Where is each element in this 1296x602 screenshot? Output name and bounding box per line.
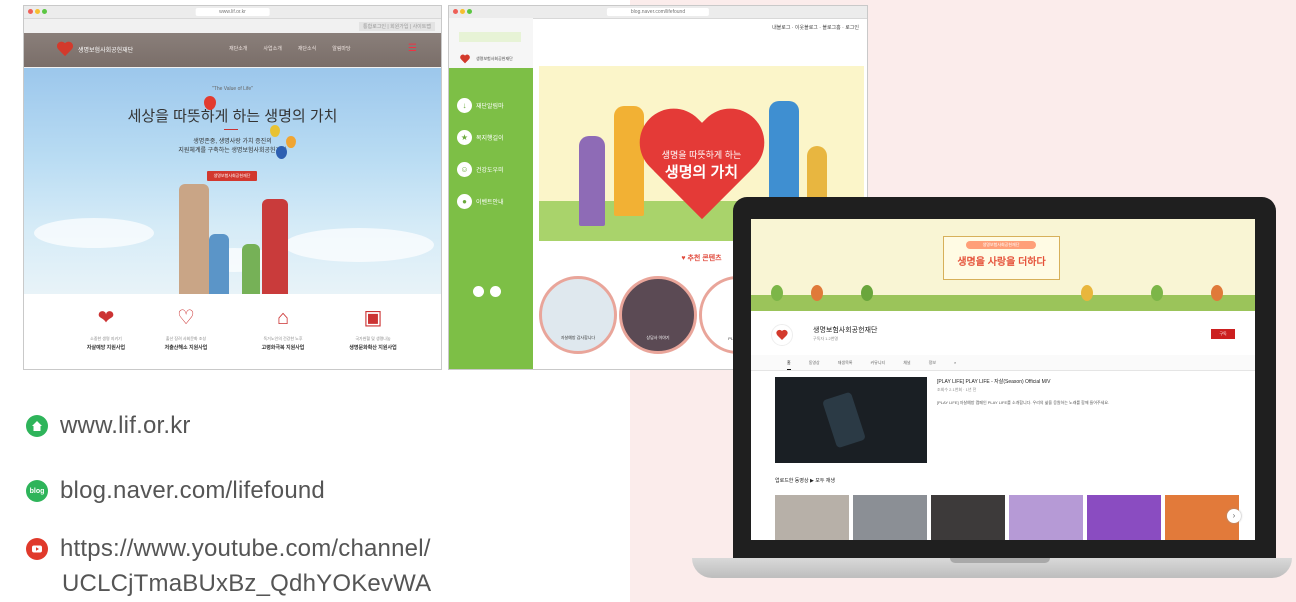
tree-icon: [1151, 285, 1163, 301]
menu-item[interactable]: 재단소식: [298, 45, 316, 52]
video-thumbnail[interactable]: [1087, 495, 1161, 540]
blog-menu-item[interactable]: ★ 복지행길이: [457, 130, 504, 145]
blog-menu-item[interactable]: ↓ 재단알림마: [457, 98, 504, 113]
heart-logo-icon: [460, 55, 470, 63]
featured-video[interactable]: [775, 377, 927, 463]
site-header: 통합로그인 | 회원가입 | 사이트맵 생명보험사회공헌재단 재단소개 사업소개…: [24, 19, 441, 69]
subscriber-count: 구독자 1.2천명: [813, 336, 839, 341]
video-thumbnail[interactable]: [1009, 495, 1083, 540]
share-icon[interactable]: [473, 286, 484, 297]
pregnant-icon: ♡: [177, 307, 195, 329]
video-thumbnail[interactable]: [853, 495, 927, 540]
hero-section: "The Value of Life" 세상을 따뜻하게 하는 생명의 가치 생…: [24, 68, 441, 294]
top-links[interactable]: 통합로그인 | 회원가입 | 사이트맵: [359, 22, 435, 31]
hero-description: 생명존중, 생명사랑 가치 증진의 지원체계를 구축하는 생명보험사회공헌재단: [178, 139, 287, 154]
blog-link[interactable]: blog blog.naver.com/lifefound: [26, 477, 325, 505]
hero-line2: 생명의 가치: [664, 164, 739, 181]
hero-title: 세상을 따뜻하게 하는 생명의 가치: [127, 108, 338, 125]
channel-banner: 생명보험사회공헌재단 생명을 사랑을 더하다: [751, 219, 1255, 311]
tree-icon: [861, 285, 873, 301]
blog-top-links[interactable]: 내블로그 · 이웃블로그 · 블로그홈 · 로그인: [772, 24, 859, 31]
tree-icon: [1211, 285, 1223, 301]
tab-videos[interactable]: 동영상: [809, 355, 820, 370]
service-item[interactable]: ♡ 출산 장려 사회문화 조성 저출산해소 지원사업: [134, 304, 238, 351]
logo-text: 생명보험사회공헌재단: [78, 47, 134, 54]
uploads-shelf-title[interactable]: 업로드한 동영상 ▶ 모두 재생: [775, 477, 835, 484]
hero-line1: 생명을 따뜻하게 하는: [661, 150, 742, 160]
heart-logo-icon: [57, 42, 73, 56]
balloon-icon: [276, 146, 287, 159]
tree-icon: [1081, 285, 1093, 301]
blog-icon: blog: [26, 480, 48, 502]
house-heart-icon: ⌂: [276, 307, 290, 329]
featured-video-title[interactable]: [PLAY LIFE] PLAY LIFE - 자살(Season) Offic…: [937, 378, 1051, 385]
hero-subtitle: "The Value of Life": [212, 86, 253, 92]
family-illustration: [179, 184, 209, 294]
download-icon: ↓: [457, 98, 472, 113]
tab-home[interactable]: 홈: [787, 355, 791, 370]
person-icon: ☺: [457, 162, 472, 177]
blog-menu-item[interactable]: ● 이벤트안내: [457, 194, 504, 209]
blog-logo-text: 생명보험사회공헌재단: [476, 56, 513, 61]
blog-sidebar-header: 생명보험사회공헌재단: [449, 18, 533, 68]
banner-tag: 생명보험사회공헌재단: [966, 241, 1036, 249]
banner-title: 생명을 사랑을 더하다: [957, 257, 1046, 268]
nav-bar: 생명보험사회공헌재단 재단소개 사업소개 재단소식 알림마당 ☰: [24, 33, 441, 67]
home-icon: [26, 415, 48, 437]
services-section: ❤ 소중한 생명 지키기 자살예방 지원사업 ♡ 출산 장려 사회문화 조성 저…: [24, 294, 441, 369]
youtube-link-line2[interactable]: UCLCjTmaBUxBz_QdhYOKevWA: [62, 570, 431, 598]
recommend-card[interactable]: 자살예방 감사합니다: [539, 276, 617, 354]
menu-item[interactable]: 알림마당: [332, 45, 350, 52]
avatar[interactable]: [771, 324, 793, 346]
video-thumbnail[interactable]: [775, 495, 849, 540]
featured-video-meta: 조회수 2.1천회 · 1년 전: [937, 387, 977, 392]
youtube-link[interactable]: https://www.youtube.com/channel/: [26, 535, 431, 563]
main-menu: 재단소개 사업소개 재단소식 알림마당: [229, 45, 351, 52]
tab-community[interactable]: 커뮤니티: [870, 355, 885, 370]
event-icon: ●: [457, 194, 472, 209]
youtube-screen: 생명보험사회공헌재단 생명을 사랑을 더하다 생명보험사회공헌재단 구독자 1.…: [751, 219, 1255, 540]
featured-video-description: [PLAY LIFE] 자살예방 캠페인 PLAY LIFE를 소개합니다. 우…: [937, 400, 1110, 405]
channel-info: 생명보험사회공헌재단 구독자 1.2천명 구독: [751, 311, 1255, 355]
menu-item[interactable]: 재단소개: [229, 45, 247, 52]
video-icon[interactable]: [490, 286, 501, 297]
banner-box: 생명보험사회공헌재단 생명을 사랑을 더하다: [943, 236, 1060, 280]
channel-tabs: 홈 동영상 재생목록 커뮤니티 채널 정보 ⌕: [751, 355, 1255, 371]
medal-icon: ★: [457, 130, 472, 145]
video-thumbnail[interactable]: [931, 495, 1005, 540]
blog-sidebar: 생명보험사회공헌재단 ↓ 재단알림마 ★ 복지행길이 ☺ 건강도우미 ● 이벤트안내: [449, 18, 533, 369]
address-bar[interactable]: blog.naver.com/lifefound: [606, 8, 710, 16]
youtube-icon: [26, 538, 48, 560]
menu-item[interactable]: 사업소개: [263, 45, 281, 52]
site-logo[interactable]: 생명보험사회공헌재단: [57, 42, 133, 56]
website-browser-window: www.lif.or.kr 통합로그인 | 회원가입 | 사이트맵 생명보험사회…: [23, 5, 442, 370]
tree-icon: [771, 285, 783, 301]
channel-name: 생명보험사회공헌재단: [813, 327, 878, 334]
tab-about[interactable]: 정보: [929, 355, 936, 370]
blood-bag-icon: ▣: [363, 307, 383, 329]
tab-playlists[interactable]: 재생목록: [838, 355, 853, 370]
chevron-right-icon[interactable]: ›: [1227, 509, 1241, 523]
title-divider: [224, 129, 238, 130]
browser-chrome: www.lif.or.kr: [24, 6, 441, 19]
service-item[interactable]: ⌂ 독거노인의 건강한 노후 고령화극복 지원사업: [231, 304, 335, 351]
blog-menu-item[interactable]: ☺ 건강도우미: [457, 162, 504, 177]
subscribe-button[interactable]: 구독: [1211, 329, 1235, 339]
tree-icon: [811, 285, 823, 301]
address-bar[interactable]: www.lif.or.kr: [195, 8, 270, 16]
hamburger-menu-icon[interactable]: ☰: [408, 44, 417, 54]
balloon-icon: [270, 125, 280, 137]
website-link[interactable]: www.lif.or.kr: [26, 412, 191, 440]
recommend-card[interactable]: 상담사 이야기: [619, 276, 697, 354]
service-item[interactable]: ▣ 국가헌혈 및 생명나눔 생명문화확산 지원사업: [321, 304, 425, 351]
tab-channels[interactable]: 채널: [903, 355, 910, 370]
heart-logo-icon: [776, 330, 787, 340]
hero-button[interactable]: 생명보험사회공헌재단: [207, 171, 257, 181]
search-icon[interactable]: ⌕: [954, 355, 956, 370]
